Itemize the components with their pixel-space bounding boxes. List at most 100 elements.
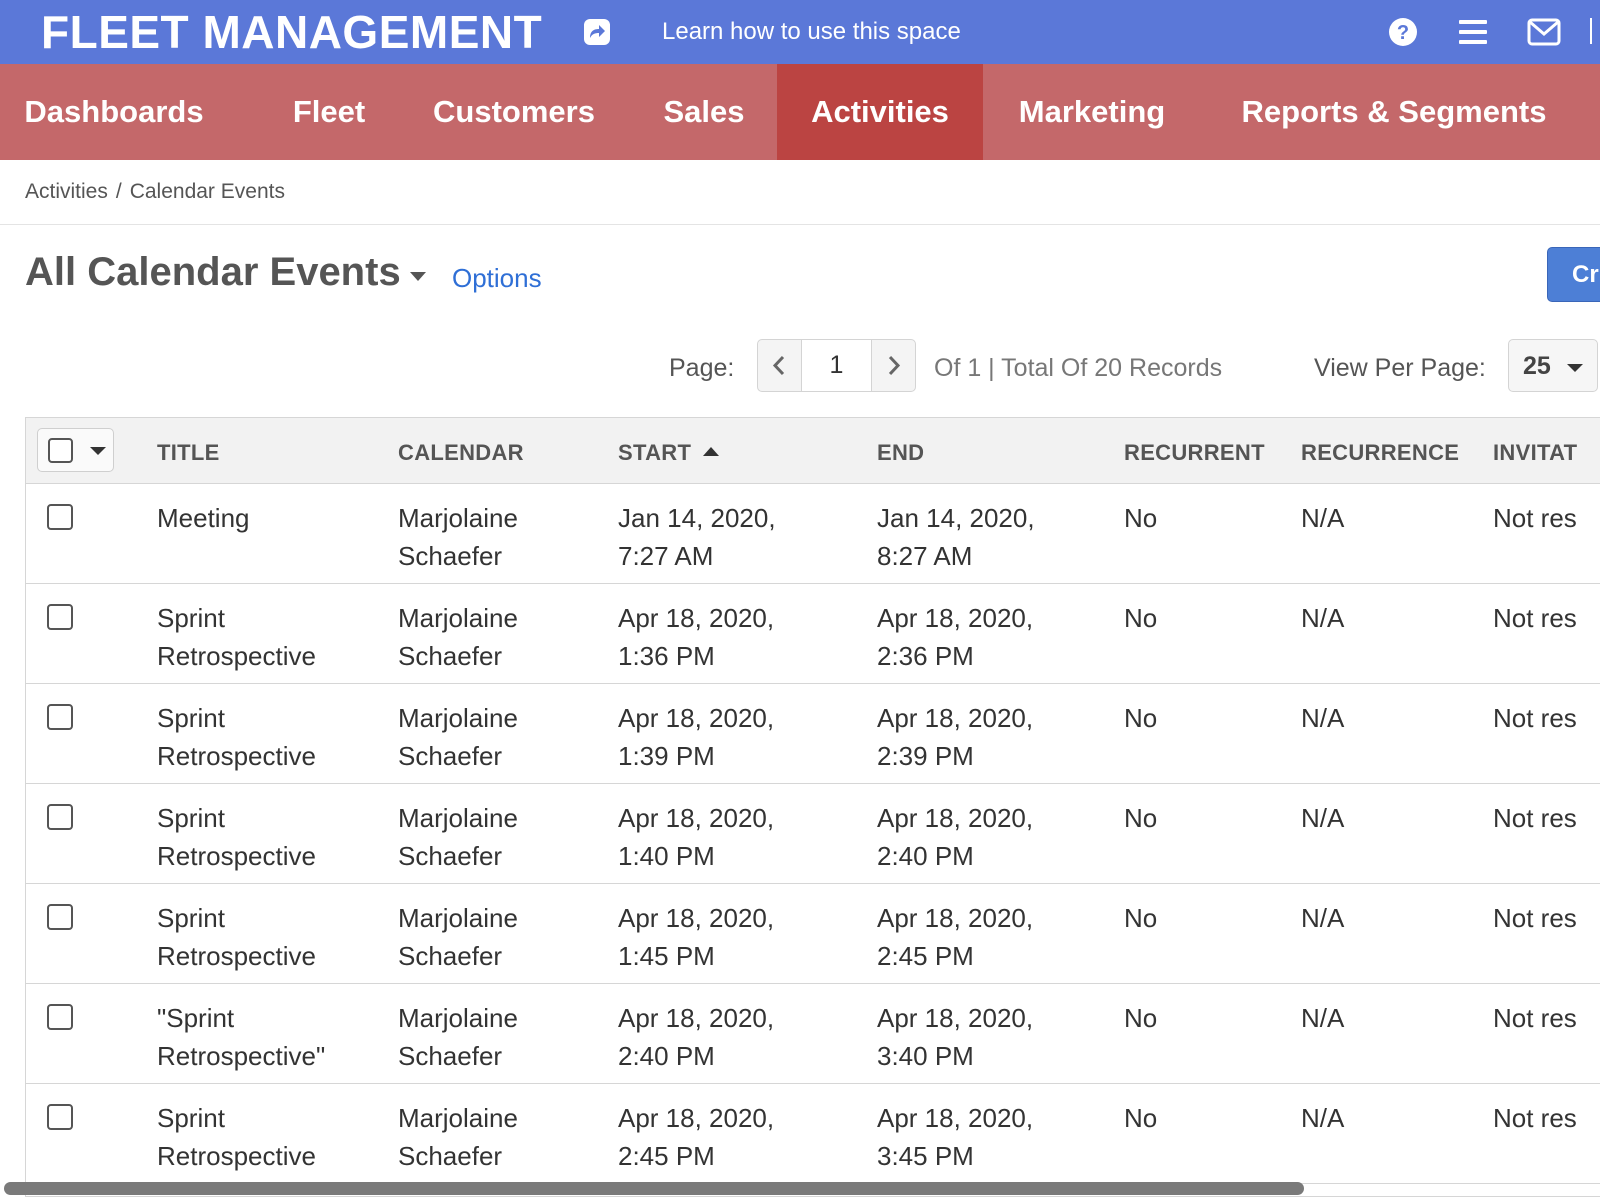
learn-link[interactable]: Learn how to use this space — [662, 18, 961, 46]
cell-calendar: Marjolaine Schaefer — [398, 599, 518, 675]
column-header-recurrence[interactable]: RECURRENCE — [1301, 440, 1459, 466]
mail-icon[interactable] — [1527, 17, 1561, 47]
share-icon[interactable] — [583, 18, 611, 46]
cell-calendar-line: Marjolaine — [398, 1003, 518, 1033]
cell-end: Apr 18, 2020, 3:45 PM — [877, 1099, 1033, 1175]
breadcrumb-divider — [0, 224, 1600, 225]
cell-title[interactable]: Sprint Retrospective — [157, 1099, 316, 1175]
table-row[interactable]: Sprint Retrospective Marjolaine Schaefer Apr… — [26, 784, 1600, 884]
cell-title[interactable]: Meeting — [157, 499, 250, 537]
nav-item-marketing[interactable]: Marketing — [1000, 64, 1184, 160]
nav-item-dashboards[interactable]: Dashboards — [22, 64, 206, 160]
table-row[interactable]: Sprint Retrospective Marjolaine Schaefer Apr… — [26, 684, 1600, 784]
nav-item-activities[interactable]: Activities — [777, 64, 983, 160]
column-header-calendar[interactable]: CALENDAR — [398, 440, 524, 466]
cell-calendar: Marjolaine Schaefer — [398, 899, 518, 975]
cell-title[interactable]: Sprint Retrospective — [157, 599, 316, 675]
cell-title[interactable]: Sprint Retrospective — [157, 899, 316, 975]
column-header-recurrent[interactable]: RECURRENT — [1124, 440, 1265, 466]
cell-end-line: 2:36 PM — [877, 641, 974, 671]
row-checkbox[interactable] — [47, 904, 73, 930]
cell-end-line: Jan 14, 2020, — [877, 503, 1035, 533]
menu-icon[interactable] — [1459, 19, 1487, 45]
cell-start: Apr 18, 2020, 1:39 PM — [618, 699, 774, 775]
cell-invitation: Not res — [1493, 903, 1577, 933]
chevron-down-icon[interactable] — [90, 447, 106, 455]
cell-start-line: Apr 18, 2020, — [618, 703, 775, 733]
help-icon[interactable]: ? — [1388, 17, 1418, 47]
cell-start: Apr 18, 2020, 1:40 PM — [618, 799, 774, 875]
breadcrumb: Activities / Calendar Events — [25, 178, 285, 206]
column-header-title[interactable]: TITLE — [157, 440, 220, 466]
sort-ascending-icon[interactable] — [703, 447, 720, 456]
cell-calendar-line: Marjolaine — [398, 803, 518, 833]
row-checkbox[interactable] — [47, 804, 73, 830]
cell-end-line: 2:39 PM — [877, 741, 974, 771]
nav-item-sales[interactable]: Sales — [640, 64, 768, 160]
cell-calendar-line: Schaefer — [398, 941, 503, 971]
cell-invitation: Not res — [1493, 603, 1577, 633]
cell-start: Jan 14, 2020, 7:27 AM — [618, 499, 776, 575]
bulk-select-dropdown[interactable] — [37, 428, 114, 472]
cell-start-line: Apr 18, 2020, — [618, 603, 775, 633]
cell-end: Apr 18, 2020, 3:40 PM — [877, 999, 1033, 1075]
options-link[interactable]: Options — [452, 262, 542, 294]
cell-title-line: Retrospective — [157, 741, 316, 771]
horizontal-scrollbar[interactable] — [4, 1182, 1304, 1195]
chevron-down-icon — [1567, 364, 1583, 372]
cell-calendar: Marjolaine Schaefer — [398, 999, 518, 1075]
next-page-button[interactable] — [872, 340, 915, 391]
cell-recurrent: No — [1124, 703, 1158, 733]
column-header-end[interactable]: END — [877, 440, 924, 466]
table-row[interactable]: Meeting Marjolaine Schaefer Jan 14, 2020, 7:… — [26, 484, 1600, 584]
row-checkbox[interactable] — [47, 1004, 73, 1030]
cell-title[interactable]: "Sprint Retrospective" — [157, 999, 325, 1075]
table-row[interactable]: Sprint Retrospective Marjolaine Schaefer Apr… — [26, 584, 1600, 684]
cell-calendar-line: Marjolaine — [398, 703, 518, 733]
cell-recurrence: N/A — [1301, 1103, 1345, 1133]
per-page-value: 25 — [1523, 352, 1551, 380]
nav-item-fleet[interactable]: Fleet — [264, 64, 394, 160]
row-checkbox[interactable] — [47, 504, 73, 530]
table-row[interactable]: Sprint Retrospective Marjolaine Schaefer Apr… — [26, 1084, 1600, 1184]
cell-calendar: Marjolaine Schaefer — [398, 799, 518, 875]
cell-invitation: Not res — [1493, 803, 1577, 833]
page-title[interactable]: All Calendar Events — [25, 248, 401, 296]
row-checkbox[interactable] — [47, 704, 73, 730]
cell-start-line: 1:40 PM — [618, 841, 715, 871]
nav-item-reports-segments[interactable]: Reports & Segments — [1218, 64, 1570, 160]
breadcrumb-item-activities[interactable]: Activities — [25, 180, 108, 203]
cell-title[interactable]: Sprint Retrospective — [157, 699, 316, 775]
cell-invitation: Not res — [1493, 703, 1577, 733]
breadcrumb-separator: / — [115, 180, 122, 203]
cell-start-line: Jan 14, 2020, — [618, 503, 776, 533]
previous-page-button[interactable] — [758, 340, 801, 391]
view-dropdown-caret-icon[interactable] — [410, 272, 426, 281]
select-all-checkbox[interactable] — [48, 438, 73, 463]
top-bar: FLEET MANAGEMENT Learn how to use this s… — [0, 0, 1600, 64]
column-header-start[interactable]: START — [618, 440, 720, 466]
cell-calendar-line: Marjolaine — [398, 503, 518, 533]
cell-recurrent: No — [1124, 603, 1158, 633]
cell-start-line: 7:27 AM — [618, 541, 714, 571]
nav-item-customers[interactable]: Customers — [420, 64, 608, 160]
cell-title-line: Retrospective — [157, 841, 316, 871]
page-number-input[interactable]: 1 — [801, 340, 872, 391]
cell-invitation: Not res — [1493, 1103, 1577, 1133]
top-bar-divider — [1590, 18, 1592, 44]
create-button[interactable]: Cr — [1547, 247, 1600, 302]
cell-title[interactable]: Sprint Retrospective — [157, 799, 316, 875]
cell-title-line: Sprint — [157, 703, 225, 733]
column-header-invitation[interactable]: INVITAT — [1493, 440, 1577, 466]
app-title[interactable]: FLEET MANAGEMENT — [41, 6, 542, 58]
cell-end-line: Apr 18, 2020, — [877, 703, 1034, 733]
cell-end: Apr 18, 2020, 2:45 PM — [877, 899, 1033, 975]
table-row[interactable]: "Sprint Retrospective" Marjolaine Schaefer A… — [26, 984, 1600, 1084]
cell-title-line: Sprint — [157, 903, 225, 933]
cell-end-line: Apr 18, 2020, — [877, 1103, 1034, 1133]
table-row[interactable]: Sprint Retrospective Marjolaine Schaefer Apr… — [26, 884, 1600, 984]
cell-recurrent: No — [1124, 503, 1158, 533]
row-checkbox[interactable] — [47, 1104, 73, 1130]
row-checkbox[interactable] — [47, 604, 73, 630]
per-page-select[interactable]: 25 — [1508, 339, 1598, 392]
